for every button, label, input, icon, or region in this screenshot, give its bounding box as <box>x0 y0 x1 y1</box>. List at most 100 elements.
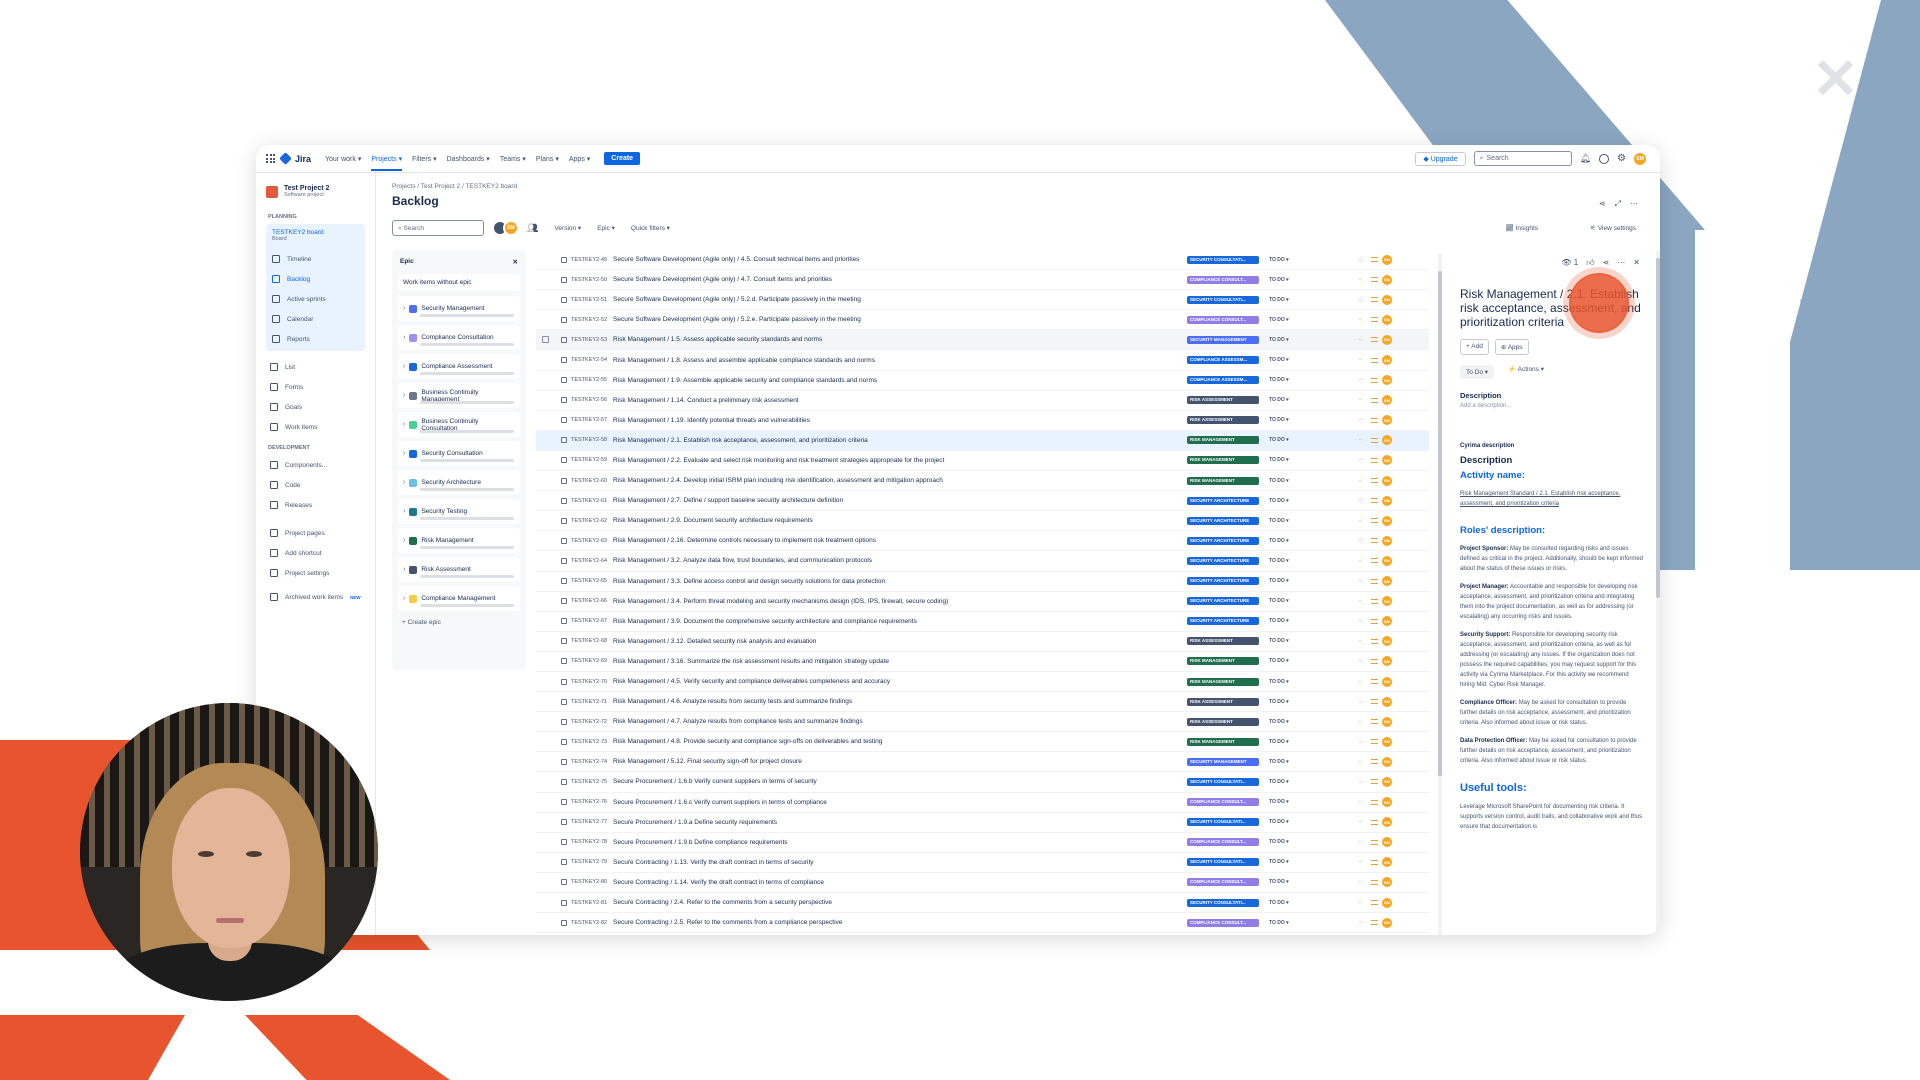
issue-key[interactable]: TESTKEY2-82 <box>571 920 613 926</box>
assignee-avatar[interactable]: SM <box>1382 776 1392 787</box>
assignee-avatar[interactable]: SM <box>1382 676 1392 687</box>
backlog-row[interactable]: TESTKEY2-78 Secure Procurement / 1.9.b De… <box>536 833 1429 853</box>
epic-lozenge[interactable]: RISK ASSESSMENT <box>1187 416 1259 425</box>
chevron-right-icon[interactable]: › <box>403 334 405 341</box>
issue-key[interactable]: TESTKEY2-59 <box>571 457 613 463</box>
assignee-avatar[interactable]: SM <box>1382 475 1392 486</box>
chevron-right-icon[interactable]: › <box>403 305 405 312</box>
epic-item[interactable]: › Security Testing <box>398 499 520 524</box>
story-points[interactable]: - <box>1359 638 1361 644</box>
create-button[interactable]: Create <box>604 152 641 165</box>
epic-item[interactable]: › Security Management <box>398 296 520 321</box>
share-icon[interactable]: ⋖ <box>1599 199 1606 209</box>
settings-gear-icon[interactable]: ⚙ <box>1617 153 1626 164</box>
assignee-avatar[interactable]: SM <box>1382 435 1392 446</box>
share-icon[interactable]: ⋖ <box>1603 258 1610 268</box>
backlog-row[interactable]: TESTKEY2-54 Risk Management / 1.8. Assess… <box>536 350 1429 371</box>
sidebar-item-add-shortcut[interactable]: Add shortcut <box>266 543 365 563</box>
upgrade-button[interactable]: ◆ Upgrade <box>1415 151 1466 166</box>
help-icon[interactable] <box>1599 153 1610 164</box>
epic-lozenge[interactable]: COMPLIANCE CONSULT... <box>1187 838 1259 847</box>
assignee-avatar[interactable]: SM <box>1382 756 1392 767</box>
issue-key[interactable]: TESTKEY2-72 <box>571 719 613 725</box>
status-dropdown[interactable]: TO DO ▾ <box>1269 679 1289 685</box>
assignee-avatar[interactable]: SM <box>1382 254 1392 265</box>
issue-key[interactable]: TESTKEY2-67 <box>571 618 613 624</box>
assignee-avatar[interactable]: SM <box>1382 636 1392 647</box>
story-points[interactable]: - <box>1359 839 1361 845</box>
issue-key[interactable]: TESTKEY2-55 <box>571 377 613 383</box>
epic-lozenge[interactable]: SECURITY CONSULTATI... <box>1187 818 1259 827</box>
issue-key[interactable]: TESTKEY2-51 <box>571 297 613 303</box>
nav-apps[interactable]: Apps ▾ <box>569 155 590 163</box>
assignee-avatar[interactable]: SM <box>1382 797 1392 808</box>
assignee-avatar[interactable]: SM <box>1382 696 1392 707</box>
status-dropdown[interactable]: TO DO ▾ <box>1269 900 1289 906</box>
issue-summary[interactable]: Risk Management / 3.16. Summarize the ri… <box>613 658 1429 665</box>
epic-lozenge[interactable]: COMPLIANCE ASSESSM... <box>1187 376 1259 385</box>
issue-key[interactable]: TESTKEY2-71 <box>571 699 613 705</box>
backlog-row[interactable]: TESTKEY2-76 Secure Procurement / 1.6.c Ve… <box>536 793 1429 813</box>
epic-item-none[interactable]: Work items without epic <box>398 274 520 291</box>
epic-lozenge[interactable]: SECURITY CONSULTATI... <box>1187 858 1259 867</box>
backlog-row[interactable]: TESTKEY2-79 Secure Contracting / 1.13. Ve… <box>536 853 1429 873</box>
backlog-row[interactable]: TESTKEY2-52 Secure Software Development (… <box>536 310 1429 331</box>
epic-lozenge[interactable]: SECURITY ARCHITECTURE <box>1187 556 1259 565</box>
issue-summary[interactable]: Secure Contracting / 2.5. Refer to the c… <box>613 919 1429 926</box>
epic-item[interactable]: › Security Architecture <box>398 470 520 495</box>
issue-key[interactable]: TESTKEY2-54 <box>571 357 613 363</box>
assignee-avatar[interactable]: SM <box>1382 355 1392 366</box>
assignee-avatar[interactable]: SM <box>1382 576 1392 587</box>
epic-lozenge[interactable]: SECURITY MANAGEMENT <box>1187 757 1259 766</box>
backlog-row[interactable]: TESTKEY2-66 Risk Management / 3.4. Perfor… <box>536 592 1429 612</box>
backlog-row[interactable]: TESTKEY2-53 Risk Management / 1.5. Assess… <box>536 330 1429 351</box>
sidebar-item-timeline[interactable]: Timeline <box>268 249 363 269</box>
issue-key[interactable]: TESTKEY2-75 <box>571 779 613 785</box>
issue-key[interactable]: TESTKEY2-49 <box>571 257 613 263</box>
close-icon[interactable]: ✕ <box>1633 258 1640 268</box>
create-epic-button[interactable]: + Create epic <box>398 615 520 630</box>
issue-key[interactable]: TESTKEY2-80 <box>571 879 613 885</box>
apps-button[interactable]: ⊕ Apps <box>1494 339 1529 355</box>
backlog-row[interactable]: TESTKEY2-68 Risk Management / 3.12. Detai… <box>536 632 1429 652</box>
issue-key[interactable]: TESTKEY2-58 <box>571 437 613 443</box>
issue-summary[interactable]: Risk Management / 1.5. Assess applicable… <box>613 336 1429 343</box>
backlog-row[interactable]: TESTKEY2-70 Risk Management / 4.5. Verify… <box>536 672 1429 693</box>
issue-summary[interactable]: Risk Management / 1.14. Conduct a prelim… <box>613 397 1429 404</box>
status-dropdown[interactable]: TO DO ▾ <box>1269 859 1289 865</box>
add-button[interactable]: + Add <box>1460 339 1489 355</box>
backlog-row[interactable]: TESTKEY2-58 Risk Management / 2.1. Establ… <box>536 430 1429 451</box>
epic-item[interactable]: › Risk Management <box>398 528 520 553</box>
issue-summary[interactable]: Risk Management / 1.19. Identify potenti… <box>613 417 1429 424</box>
backlog-row[interactable]: TESTKEY2-71 Risk Management / 4.6. Analyz… <box>536 692 1429 713</box>
status-dropdown[interactable]: TO DO ▾ <box>1269 277 1289 283</box>
chevron-right-icon[interactable]: › <box>403 566 405 573</box>
status-dropdown[interactable]: TO DO ▾ <box>1269 297 1289 303</box>
epic-lozenge[interactable]: SECURITY MANAGEMENT <box>1187 335 1259 344</box>
backlog-scroll-thumb[interactable] <box>1438 271 1442 776</box>
issue-key[interactable]: TESTKEY2-50 <box>571 277 613 283</box>
issue-key[interactable]: TESTKEY2-70 <box>571 679 613 685</box>
sidebar-item-backlog[interactable]: Backlog <box>268 269 363 289</box>
issue-summary[interactable]: Risk Management / 2.1. Establish risk ac… <box>613 437 1429 444</box>
backlog-row[interactable]: TESTKEY2-65 Risk Management / 3.3. Define… <box>536 572 1429 592</box>
backlog-row[interactable]: TESTKEY2-81 Secure Contracting / 2.4. Ref… <box>536 893 1429 914</box>
epic-lozenge[interactable]: SECURITY CONSULTATI... <box>1187 255 1259 264</box>
nav-filters[interactable]: Filters ▾ <box>412 155 437 163</box>
assignee-avatar[interactable]: SM <box>1382 656 1392 667</box>
assignee-avatar[interactable]: SM <box>1382 616 1392 627</box>
assignee-avatar[interactable]: SM <box>1382 837 1392 848</box>
story-points[interactable]: - <box>1359 799 1361 805</box>
add-people-icon[interactable]: 👥︎ <box>527 223 538 234</box>
chevron-right-icon[interactable]: › <box>403 595 405 602</box>
epic-lozenge[interactable]: RISK ASSESSMENT <box>1187 396 1259 405</box>
status-dropdown[interactable]: TO DO ▾ <box>1269 799 1289 805</box>
sidebar-item-archived[interactable]: Archived work items NEW <box>266 587 365 607</box>
story-points[interactable]: - <box>1359 397 1361 403</box>
story-points[interactable]: - <box>1359 739 1361 745</box>
profile-avatar[interactable]: SM <box>1634 152 1646 165</box>
issue-summary[interactable]: Secure Procurement / 1.9.a Define securi… <box>613 819 1429 826</box>
issue-key[interactable]: TESTKEY2-53 <box>571 337 613 343</box>
issue-key[interactable]: TESTKEY2-56 <box>571 397 613 403</box>
issue-summary[interactable]: Secure Procurement / 1.6.c Verify curren… <box>613 799 1429 806</box>
